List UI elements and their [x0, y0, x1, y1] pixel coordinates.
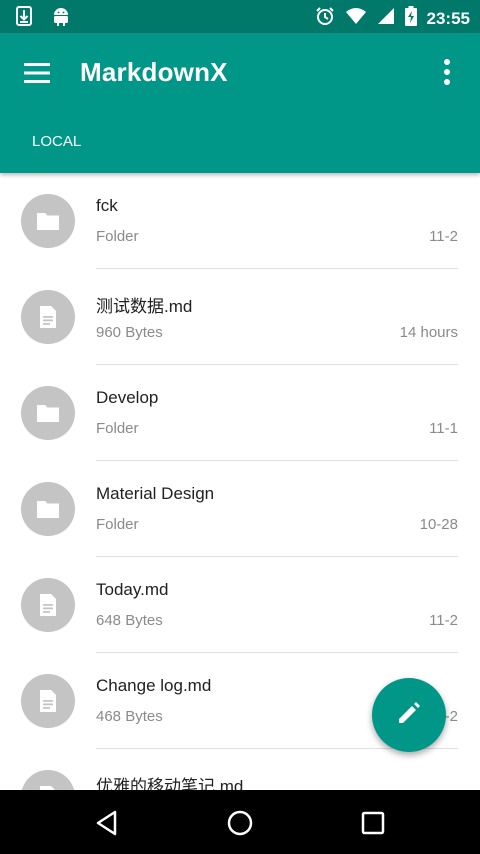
signal-icon: [377, 7, 395, 30]
list-item[interactable]: 优雅的移动笔记.md: [0, 749, 480, 790]
item-name: Material Design: [96, 484, 215, 503]
item-name: Change log.md: [96, 676, 212, 695]
edit-pencil-icon: [396, 700, 422, 731]
list-item[interactable]: Material Design Folder 10-28: [0, 461, 480, 557]
hamburger-menu-icon[interactable]: [24, 62, 52, 84]
list-item[interactable]: 测试数据.md 960 Bytes 14 hours: [0, 269, 480, 365]
item-date: 11-2: [429, 228, 458, 245]
alarm-icon: [315, 6, 335, 31]
list-item[interactable]: Develop Folder 11-1: [0, 365, 480, 461]
list-item[interactable]: Today.md 648 Bytes 11-2: [0, 557, 480, 653]
more-vert-icon[interactable]: [436, 57, 458, 87]
item-date: 11-1: [429, 420, 458, 437]
item-meta: Folder: [96, 228, 139, 245]
item-date: 10-28: [419, 516, 458, 533]
folder-icon: [21, 194, 75, 248]
item-name: Today.md: [96, 580, 169, 599]
document-icon: [21, 674, 75, 728]
item-meta: 468 Bytes: [96, 708, 163, 725]
back-icon[interactable]: [90, 806, 124, 840]
new-note-button[interactable]: [372, 678, 446, 752]
document-icon: [21, 770, 75, 790]
item-meta: 960 Bytes: [96, 324, 163, 341]
status-bar: 23:55: [0, 0, 480, 33]
status-time: 23:55: [426, 9, 470, 28]
document-icon: [21, 578, 75, 632]
battery-charging-icon: [404, 6, 417, 31]
wifi-icon: [345, 7, 367, 30]
folder-icon: [21, 386, 75, 440]
document-icon: [21, 290, 75, 344]
item-date: 11-2: [429, 612, 458, 629]
home-icon[interactable]: [223, 806, 257, 840]
item-date: 14 hours: [399, 324, 458, 341]
android-icon: [52, 6, 70, 31]
navigation-bar: [0, 790, 480, 854]
folder-icon: [21, 482, 75, 536]
recents-icon[interactable]: [356, 806, 390, 840]
app-bar: MarkdownX LOCAL: [0, 33, 480, 173]
item-name: Develop: [96, 388, 159, 407]
item-name: 优雅的移动笔记.md: [96, 777, 244, 790]
item-name: 测试数据.md: [96, 297, 193, 316]
item-meta: Folder: [96, 516, 139, 533]
app-title: MarkdownX: [80, 57, 228, 87]
item-meta: Folder: [96, 420, 139, 437]
list-item[interactable]: fck Folder 11-2: [0, 173, 480, 269]
download-icon: [16, 6, 32, 31]
tab-local[interactable]: LOCAL: [32, 133, 81, 150]
item-meta: 648 Bytes: [96, 612, 163, 629]
item-name: fck: [96, 196, 118, 215]
